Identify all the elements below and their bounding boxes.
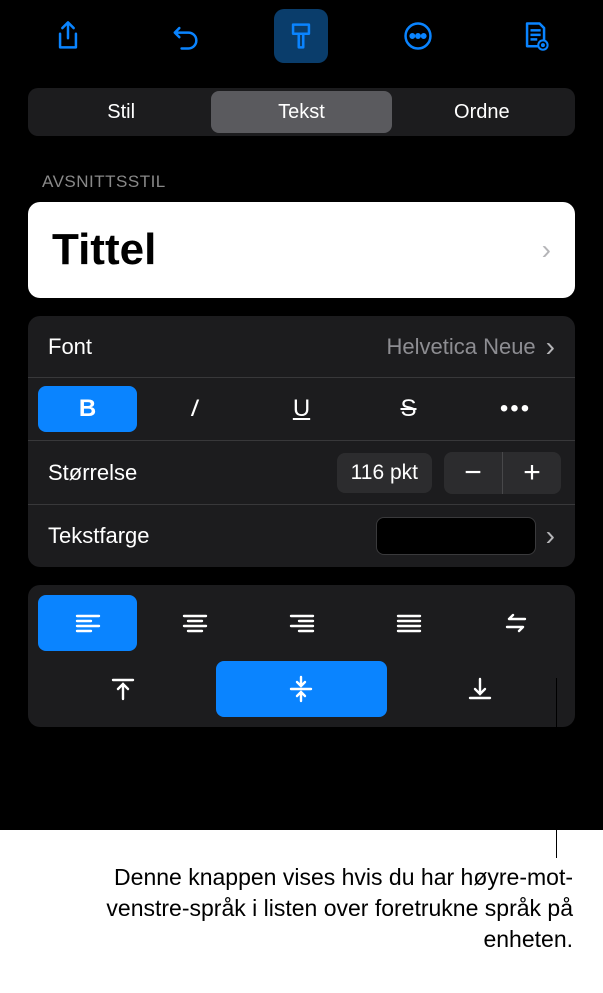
- vertical-align-row: [38, 661, 565, 717]
- alignment-group: [28, 585, 575, 727]
- color-swatch[interactable]: [376, 517, 536, 555]
- size-stepper: − +: [444, 452, 561, 494]
- align-top-icon: [108, 674, 138, 704]
- document-view-icon: [518, 19, 552, 53]
- more-button[interactable]: [391, 9, 445, 63]
- strikethrough-button[interactable]: S: [359, 386, 458, 432]
- size-row: Størrelse 116 pkt − +: [28, 441, 575, 505]
- callout-line: [556, 678, 557, 858]
- align-justify-icon: [394, 608, 424, 638]
- format-button[interactable]: [274, 9, 328, 63]
- font-row[interactable]: Font Helvetica Neue ›: [28, 316, 575, 378]
- align-left-button[interactable]: [38, 595, 137, 651]
- font-value: Helvetica Neue: [386, 334, 535, 360]
- align-middle-button[interactable]: [216, 661, 386, 717]
- rtl-direction-icon: [501, 608, 531, 638]
- top-toolbar: [0, 0, 603, 72]
- tab-stil[interactable]: Stil: [31, 91, 211, 133]
- horizontal-align-row: [38, 595, 565, 651]
- align-top-button[interactable]: [38, 661, 208, 717]
- format-tabs: Stil Tekst Ordne: [28, 88, 575, 136]
- callout-text: Denne knappen vises hvis du har høyre-mo…: [70, 862, 573, 955]
- document-view-button[interactable]: [508, 9, 562, 63]
- align-center-icon: [180, 608, 210, 638]
- align-bottom-icon: [465, 674, 495, 704]
- align-bottom-button[interactable]: [395, 661, 565, 717]
- align-right-button[interactable]: [252, 595, 351, 651]
- size-label: Størrelse: [48, 460, 325, 486]
- text-color-label: Tekstfarge: [48, 523, 150, 549]
- undo-button[interactable]: [158, 9, 212, 63]
- paragraph-style-row[interactable]: Tittel ›: [28, 202, 575, 298]
- tab-tekst[interactable]: Tekst: [211, 91, 391, 133]
- more-icon: [401, 19, 435, 53]
- more-styles-button[interactable]: •••: [466, 386, 565, 432]
- align-right-icon: [287, 608, 317, 638]
- align-center-button[interactable]: [145, 595, 244, 651]
- paragraph-style-label: AVSNITTSSTIL: [42, 172, 603, 192]
- share-icon: [51, 19, 85, 53]
- style-buttons-row: B I U S •••: [28, 378, 575, 441]
- rtl-direction-button[interactable]: [466, 595, 565, 651]
- size-decrease-button[interactable]: −: [444, 452, 502, 494]
- italic-button[interactable]: I: [141, 386, 248, 432]
- chevron-right-icon: ›: [546, 331, 555, 363]
- font-group: Font Helvetica Neue › B I U S ••• Større…: [28, 316, 575, 567]
- align-left-icon: [73, 608, 103, 638]
- paragraph-style-value: Tittel: [52, 225, 156, 275]
- align-justify-button[interactable]: [359, 595, 458, 651]
- chevron-right-icon: ›: [546, 520, 555, 552]
- align-middle-icon: [286, 674, 316, 704]
- share-button[interactable]: [41, 9, 95, 63]
- underline-button[interactable]: U: [252, 386, 351, 432]
- bold-button[interactable]: B: [38, 386, 137, 432]
- size-increase-button[interactable]: +: [503, 452, 561, 494]
- text-color-row[interactable]: Tekstfarge ›: [28, 505, 575, 567]
- size-value[interactable]: 116 pkt: [337, 453, 432, 493]
- tab-ordne[interactable]: Ordne: [392, 91, 572, 133]
- font-label: Font: [48, 334, 92, 360]
- chevron-right-icon: ›: [542, 234, 551, 266]
- undo-icon: [168, 19, 202, 53]
- format-brush-icon: [284, 19, 318, 53]
